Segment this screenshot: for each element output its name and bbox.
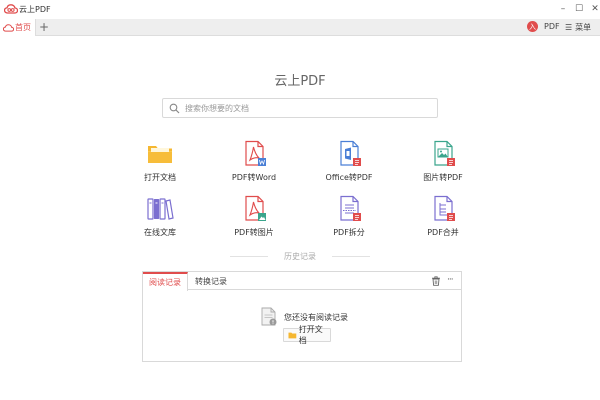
app-title: 云上PDF — [19, 5, 51, 14]
tool-image-to-pdf[interactable]: 图片转PDF — [403, 140, 483, 190]
tab-reading-history[interactable]: 阅读记录 — [143, 272, 188, 291]
history-divider-left — [230, 256, 268, 257]
add-tab-button[interactable]: + — [38, 20, 50, 34]
tool-pdf-merge[interactable]: PDF合并 — [403, 195, 483, 245]
image-to-pdf-icon — [434, 140, 455, 166]
menu-button[interactable]: ☰ 菜单 — [565, 22, 591, 33]
tab-bar: 首页 + 入 PDF ☰ 菜单 — [0, 19, 600, 36]
menu-label: 菜单 — [575, 23, 592, 32]
trash-icon[interactable] — [431, 276, 441, 286]
maximize-button[interactable]: ☐ — [572, 2, 586, 16]
tool-open-document[interactable]: 打开文档 — [120, 140, 200, 190]
folder-icon — [148, 146, 172, 163]
title-bar: 云上PDF – ☐ ✕ — [0, 0, 600, 19]
open-document-button[interactable]: 打开文档 — [283, 325, 331, 345]
cloud-logo-icon — [4, 4, 18, 14]
pdf-merge-icon — [434, 195, 455, 221]
tool-pdf-to-word[interactable]: PDF转Word — [214, 140, 294, 190]
tab-conversion-history[interactable]: 转换记录 — [193, 272, 229, 290]
tool-label: 打开文档 — [144, 173, 176, 182]
history-title: 历史记录 — [284, 252, 316, 261]
tool-office-to-pdf[interactable]: Office转PDF — [309, 140, 389, 190]
tool-label: 在线文库 — [144, 228, 176, 237]
folder-icon — [288, 332, 297, 338]
tool-label: PDF转Word — [231, 173, 277, 182]
more-icon[interactable]: ··· — [447, 275, 459, 285]
search-box[interactable] — [162, 98, 438, 118]
minimize-button[interactable]: – — [556, 2, 570, 16]
tool-pdf-split[interactable]: PDF拆分 — [309, 195, 389, 245]
open-document-label: 打开文档 — [298, 325, 323, 345]
empty-message: 您还没有阅读记录 — [284, 313, 348, 322]
tool-label: PDF拆分 — [333, 228, 365, 237]
empty-document-icon — [261, 307, 277, 326]
cloud-logo-icon — [3, 23, 14, 32]
tool-label: PDF转图片 — [234, 228, 274, 237]
pdf-to-image-icon — [245, 195, 266, 221]
history-panel: 阅读记录 转换记录 ··· 您还没有阅读记录 打开文档 — [142, 271, 462, 362]
tool-online-library[interactable]: 在线文库 — [120, 195, 200, 245]
close-button[interactable]: ✕ — [588, 2, 600, 16]
search-icon — [169, 103, 180, 114]
history-tab-bar: 阅读记录 转换记录 ··· — [143, 272, 461, 291]
library-icon — [147, 198, 174, 220]
pdf-to-word-icon — [245, 140, 266, 166]
tool-label: Office转PDF — [325, 173, 373, 182]
tool-label: PDF合并 — [427, 228, 459, 237]
tool-label: 图片转PDF — [423, 173, 463, 182]
tab-home-label: 首页 — [15, 23, 31, 32]
user-avatar[interactable]: 入 — [527, 21, 538, 32]
search-input[interactable] — [185, 99, 435, 117]
hamburger-menu-icon: ☰ — [565, 23, 573, 32]
pdf-split-icon — [340, 195, 361, 221]
pdf-menu-button[interactable]: PDF — [544, 22, 560, 31]
history-divider-right — [332, 256, 370, 257]
office-to-pdf-icon — [340, 140, 361, 166]
tab-home[interactable]: 首页 — [0, 19, 36, 36]
page-title: 云上PDF — [274, 74, 326, 89]
tool-pdf-to-image[interactable]: PDF转图片 — [214, 195, 294, 245]
